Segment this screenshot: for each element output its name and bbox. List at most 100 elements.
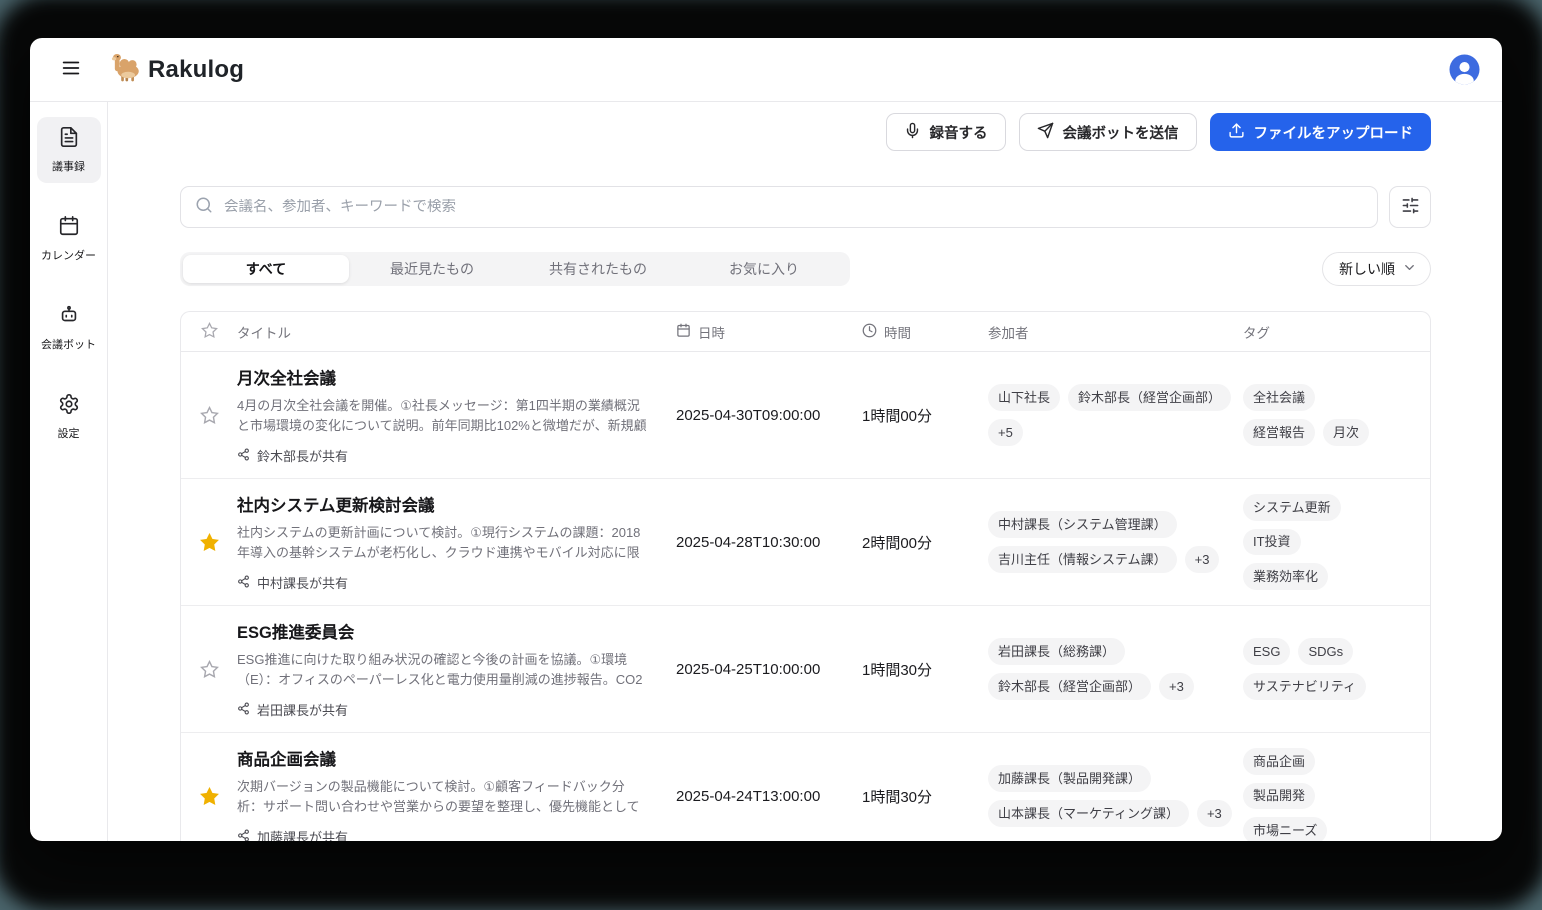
upload-icon	[1228, 122, 1245, 143]
clock-icon	[862, 323, 877, 341]
sidebar-item-minutes[interactable]: 議事録	[37, 117, 101, 183]
meeting-title: 月次全社会議	[237, 365, 650, 389]
hamburger-menu-icon	[60, 57, 82, 82]
sliders-filter-icon	[1401, 196, 1420, 218]
filter-tabs: すべて 最近見たもの 共有されたもの お気に入り	[180, 252, 850, 286]
star-icon	[201, 322, 218, 342]
record-button[interactable]: 録音する	[886, 113, 1006, 151]
column-header-duration: 時間	[862, 322, 988, 342]
calendar-icon	[676, 323, 691, 341]
meeting-datetime: 2025-04-30T09:00:00	[676, 407, 862, 424]
user-avatar-icon	[1449, 73, 1480, 88]
calendar-icon	[58, 215, 80, 240]
meeting-duration: 1時間30分	[862, 786, 988, 807]
column-header-datetime: 日時	[676, 322, 862, 342]
shared-by: 中村課長が共有	[237, 573, 650, 592]
meeting-title: ESG推進委員会	[237, 619, 650, 643]
participant-chip: 鈴木部長（経営企画部）	[988, 673, 1151, 700]
meeting-duration: 2時間00分	[862, 532, 988, 553]
participant-chip: 岩田課長（総務課）	[988, 638, 1125, 665]
participant-chip: 吉川主任（情報システム課）	[988, 546, 1177, 573]
send-meeting-bot-button[interactable]: 会議ボットを送信	[1019, 113, 1197, 151]
meeting-duration: 1時間00分	[862, 405, 988, 426]
favorite-star-button[interactable]	[198, 658, 221, 681]
favorite-star-button[interactable]	[198, 785, 221, 808]
camel-logo-icon	[108, 50, 144, 89]
shared-by: 鈴木部長が共有	[237, 446, 650, 465]
meeting-datetime: 2025-04-24T13:00:00	[676, 788, 862, 805]
main-content: 録音する 会議ボットを送信 ファイルをアップロード	[108, 102, 1502, 841]
tab-favorites[interactable]: お気に入り	[681, 255, 847, 283]
search-input[interactable]	[224, 199, 1363, 215]
participant-chip: 加藤課長（製品開発課）	[988, 765, 1151, 792]
tag-chip: 製品開発	[1243, 783, 1315, 810]
table-row[interactable]: 月次全社会議 4月の月次全社会議を開催。①社長メッセージ：第1四半期の業績概況と…	[181, 352, 1430, 479]
robot-icon	[58, 304, 80, 329]
sidebar-item-label: 設定	[58, 425, 80, 441]
meeting-title: 社内システム更新検討会議	[237, 492, 650, 516]
tag-chip: IT投資	[1243, 529, 1301, 556]
table-row[interactable]: 商品企画会議 次期バージョンの製品機能について検討。①顧客フィードバック分析：サ…	[181, 733, 1430, 841]
table-row[interactable]: ESG推進委員会 ESG推進に向けた取り組み状況の確認と今後の計画を協議。①環境…	[181, 606, 1430, 733]
meeting-datetime: 2025-04-25T10:00:00	[676, 661, 862, 678]
participant-overflow-chip: +3	[1197, 800, 1232, 827]
participant-chip: 山本課長（マーケティング課）	[988, 800, 1189, 827]
tag-chip: 全社会議	[1243, 384, 1315, 411]
sidebar-item-label: 議事録	[52, 158, 85, 174]
meeting-duration: 1時間30分	[862, 659, 988, 680]
search-box	[180, 186, 1378, 228]
meeting-datetime: 2025-04-28T10:30:00	[676, 534, 862, 551]
sidebar-item-label: 会議ボット	[41, 336, 96, 352]
participant-chip: 鈴木部長（経営企画部）	[1068, 384, 1231, 411]
favorite-star-button[interactable]	[198, 531, 221, 554]
share-icon	[237, 829, 250, 842]
tags-list: ESG SDGs サステナビリティ	[1243, 638, 1430, 699]
send-meeting-bot-label: 会議ボットを送信	[1063, 122, 1179, 143]
shared-by: 加藤課長が共有	[237, 827, 650, 841]
participants-list: 岩田課長（総務課） 鈴木部長（経営企画部） +3	[988, 638, 1243, 699]
share-icon	[237, 575, 250, 591]
participant-overflow-chip: +3	[1185, 546, 1220, 573]
upload-file-label: ファイルをアップロード	[1254, 122, 1414, 143]
table-row[interactable]: 社内システム更新検討会議 社内システムの更新計画について検討。①現行システムの課…	[181, 479, 1430, 606]
star-icon	[200, 660, 219, 679]
star-icon	[200, 533, 219, 552]
tags-list: 全社会議 経営報告 月次	[1243, 384, 1430, 445]
app-logo: Rakulog	[108, 50, 244, 89]
filter-button[interactable]	[1389, 186, 1431, 228]
tags-list: 商品企画 製品開発 市場ニーズ	[1243, 748, 1430, 841]
participant-overflow-chip: +5	[988, 419, 1023, 446]
sidebar-item-settings[interactable]: 設定	[37, 384, 101, 450]
participants-list: 中村課長（システム管理課） 吉川主任（情報システム課） +3	[988, 511, 1243, 572]
column-header-participants: 参加者	[988, 322, 1243, 342]
favorite-star-button[interactable]	[198, 404, 221, 427]
table-header-row: タイトル 日時 時間 参加者 タグ	[181, 312, 1430, 352]
participant-overflow-chip: +3	[1159, 673, 1194, 700]
shared-by: 岩田課長が共有	[237, 700, 650, 719]
tab-recently-viewed[interactable]: 最近見たもの	[349, 255, 515, 283]
share-icon	[237, 448, 250, 464]
tag-chip: 業務効率化	[1243, 563, 1328, 590]
sidebar-item-meeting-bot[interactable]: 会議ボット	[37, 295, 101, 361]
record-button-label: 録音する	[930, 122, 988, 143]
tab-shared[interactable]: 共有されたもの	[515, 255, 681, 283]
share-icon	[237, 702, 250, 718]
user-avatar[interactable]	[1449, 54, 1480, 85]
tab-all[interactable]: すべて	[183, 255, 349, 283]
meeting-description: 次期バージョンの製品機能について検討。①顧客フィードバック分析：サポート問い合わ…	[237, 777, 650, 818]
hamburger-menu-button[interactable]	[54, 53, 88, 87]
sidebar-item-label: カレンダー	[41, 247, 96, 263]
meeting-description: ESG推進に向けた取り組み状況の確認と今後の計画を協議。①環境（E）：オフィスの…	[237, 650, 650, 691]
sidebar-item-calendar[interactable]: カレンダー	[37, 206, 101, 272]
chevron-down-icon	[1402, 260, 1417, 278]
tag-chip: 経営報告	[1243, 419, 1315, 446]
gear-icon	[58, 393, 80, 418]
tag-chip: サステナビリティ	[1243, 673, 1366, 700]
tag-chip: ESG	[1243, 638, 1290, 665]
action-buttons-row: 録音する 会議ボットを送信 ファイルをアップロード	[180, 113, 1431, 151]
sort-order-value: 新しい順	[1339, 259, 1395, 279]
star-icon	[200, 787, 219, 806]
sort-order-select[interactable]: 新しい順	[1322, 252, 1431, 286]
upload-file-button[interactable]: ファイルをアップロード	[1210, 113, 1432, 151]
microphone-icon	[904, 122, 921, 143]
